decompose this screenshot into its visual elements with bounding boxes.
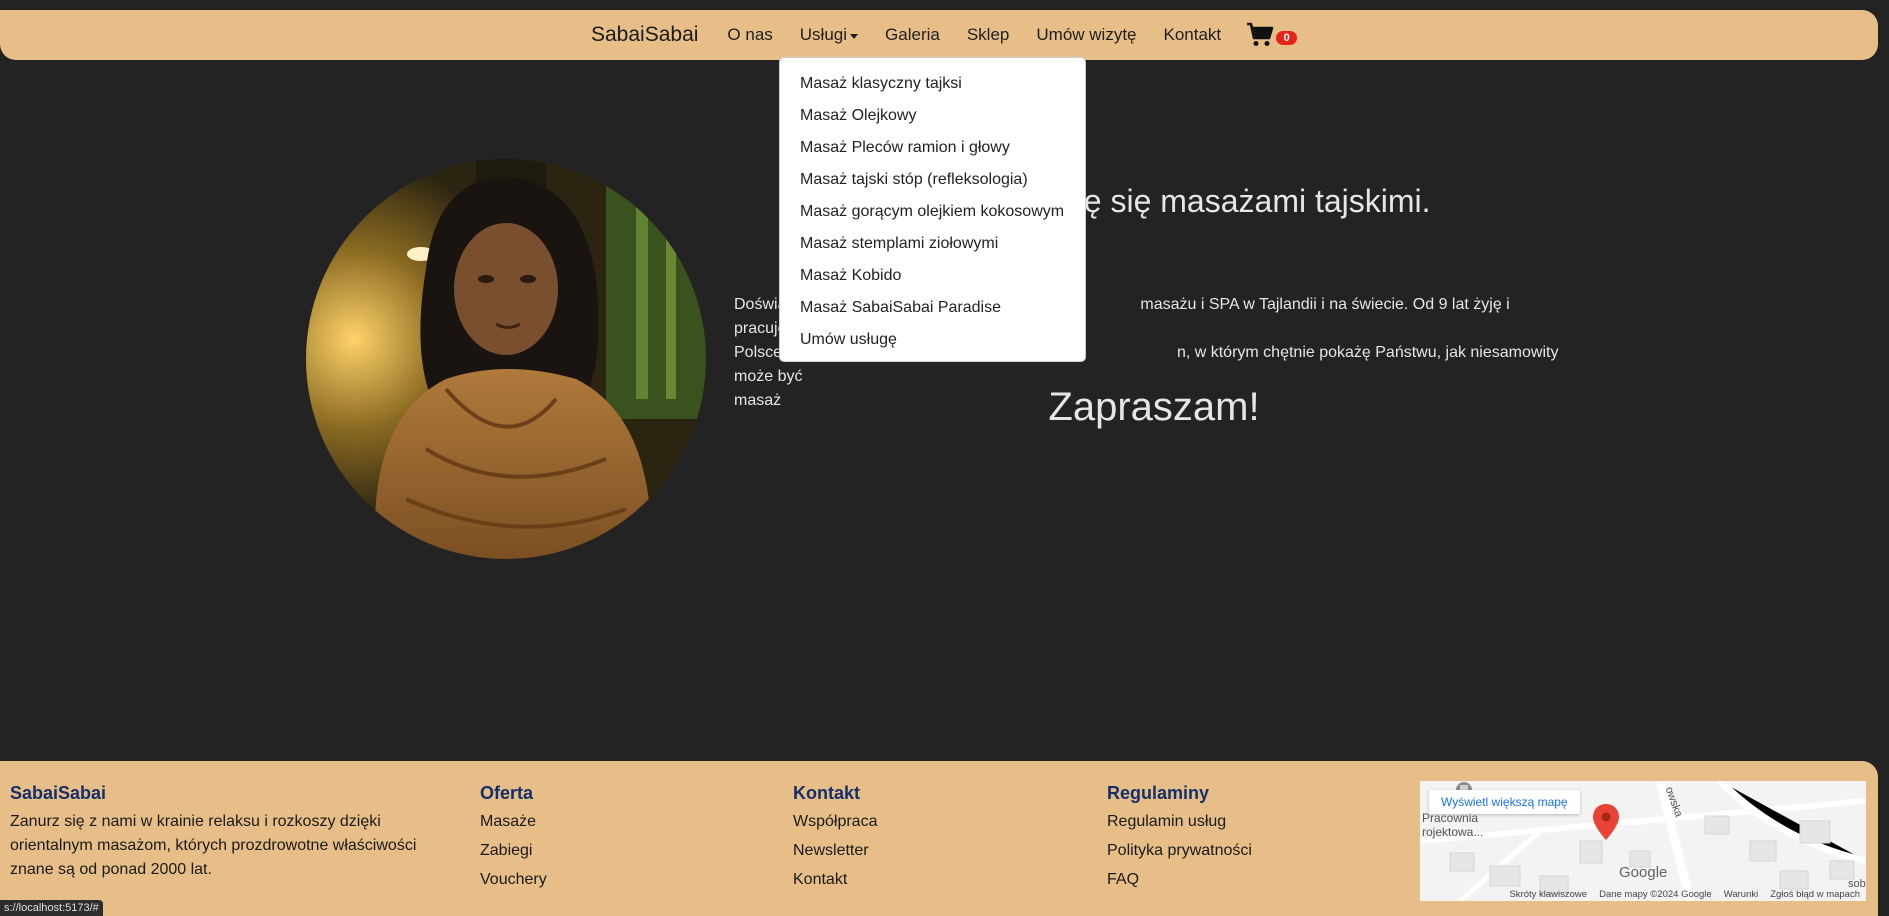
- brand-logo[interactable]: SabaiSabai: [591, 23, 698, 47]
- uslugi-dropdown-menu: Masaż klasyczny tajksi Masaż Olejkowy Ma…: [779, 57, 1086, 362]
- nav-link-sklep[interactable]: Sklep: [967, 25, 1010, 45]
- dropdown-item-masaz-klasyczny[interactable]: Masaż klasyczny tajksi: [780, 68, 1085, 100]
- browser-status-url: s://localhost:5173/#: [0, 900, 103, 916]
- footer-link-regulamin-uslug[interactable]: Regulamin usług: [1107, 810, 1252, 839]
- caret-down-icon: [850, 33, 859, 39]
- map-keyboard-shortcuts-link[interactable]: Skróty klawiszowe: [1509, 889, 1587, 900]
- nav-link-umow-wizyte[interactable]: Umów wizytę: [1036, 25, 1136, 45]
- nav-link-o-nas[interactable]: O nas: [727, 25, 772, 45]
- hero-line-2-left: Polsce: [734, 344, 783, 361]
- footer-link-polityka-prywatnosci[interactable]: Polityka prywatności: [1107, 839, 1252, 868]
- footer-link-newsletter[interactable]: Newsletter: [793, 839, 877, 868]
- nav-link-kontakt[interactable]: Kontakt: [1164, 25, 1222, 45]
- dropdown-item-masaz-paradise[interactable]: Masaż SabaiSabai Paradise: [780, 292, 1085, 324]
- map-footer-bar: Skróty klawiszowe Dane mapy ©2024 Google…: [1420, 887, 1866, 901]
- dropdown-item-masaz-plecow[interactable]: Masaż Pleców ramion i głowy: [780, 132, 1085, 164]
- portrait-illustration: [306, 159, 706, 559]
- map-report-error-link[interactable]: Zgłoś błąd w mapach: [1770, 889, 1860, 900]
- nav-link-uslugi[interactable]: Usługi: [799, 25, 859, 45]
- map-data-attribution: Dane mapy ©2024 Google: [1599, 888, 1712, 900]
- dropdown-item-masaz-kokosowy[interactable]: Masaż gorącym olejkiem kokosowym: [780, 196, 1085, 228]
- map-marker-icon[interactable]: [1593, 804, 1619, 840]
- dropdown-item-masaz-stemplami[interactable]: Masaż stemplami ziołowymi: [780, 228, 1085, 260]
- footer-about-column: SabaiSabai Zanurz się z nami w krainie r…: [10, 783, 420, 882]
- footer-link-zabiegi[interactable]: Zabiegi: [480, 839, 547, 868]
- cart-button[interactable]: 0: [1246, 22, 1298, 48]
- footer-kontakt-column: Kontakt Współpraca Newsletter Kontakt: [793, 783, 877, 897]
- google-map-embed[interactable]: Wyświetl większą mapę Pracownia rojektow…: [1420, 781, 1866, 901]
- footer-oferta-title: Oferta: [480, 783, 534, 803]
- owner-portrait-photo: [306, 159, 706, 559]
- map-place-label: Pracownia rojektowa...: [1422, 811, 1484, 839]
- footer-link-vouchery[interactable]: Vouchery: [480, 868, 547, 897]
- footer-regulaminy-title: Regulaminy: [1107, 783, 1210, 803]
- navbar-inner: SabaiSabai O nas Usługi Galeria Sklep Um…: [591, 10, 1298, 60]
- footer-about-text: Zanurz się z nami w krainie relaksu i ro…: [10, 813, 417, 878]
- footer-kontakt-title: Kontakt: [793, 783, 860, 803]
- footer-link-wspolpraca[interactable]: Współpraca: [793, 810, 877, 839]
- window-top-strip: [0, 0, 1889, 10]
- dropdown-item-masaz-olejkowy[interactable]: Masaż Olejkowy: [780, 100, 1085, 132]
- footer-link-faq[interactable]: FAQ: [1107, 868, 1252, 897]
- cart-count-badge: 0: [1276, 31, 1298, 45]
- footer-link-masaze[interactable]: Masaże: [480, 810, 547, 839]
- footer-about-title: SabaiSabai: [10, 783, 107, 803]
- footer: SabaiSabai Zanurz się z nami w krainie r…: [0, 761, 1878, 916]
- map-terms-link[interactable]: Warunki: [1724, 889, 1759, 900]
- footer-regulaminy-column: Regulaminy Regulamin usług Polityka pryw…: [1107, 783, 1252, 897]
- footer-oferta-column: Oferta Masaże Zabiegi Vouchery: [480, 783, 547, 897]
- cart-icon: [1247, 22, 1274, 46]
- nav-link-uslugi-label: Usługi: [799, 25, 848, 44]
- footer-link-kontakt[interactable]: Kontakt: [793, 868, 877, 897]
- google-logo: Google: [1619, 864, 1668, 881]
- hero-invite-heading: Zapraszam!: [1048, 385, 1260, 429]
- dropdown-item-masaz-stop[interactable]: Masaż tajski stóp (refleksologia): [780, 164, 1085, 196]
- dropdown-item-masaz-kobido[interactable]: Masaż Kobido: [780, 260, 1085, 292]
- navbar: SabaiSabai O nas Usługi Galeria Sklep Um…: [0, 10, 1878, 60]
- dropdown-item-umow-usluge[interactable]: Umów usługę: [780, 324, 1085, 356]
- nav-link-galeria[interactable]: Galeria: [885, 25, 940, 45]
